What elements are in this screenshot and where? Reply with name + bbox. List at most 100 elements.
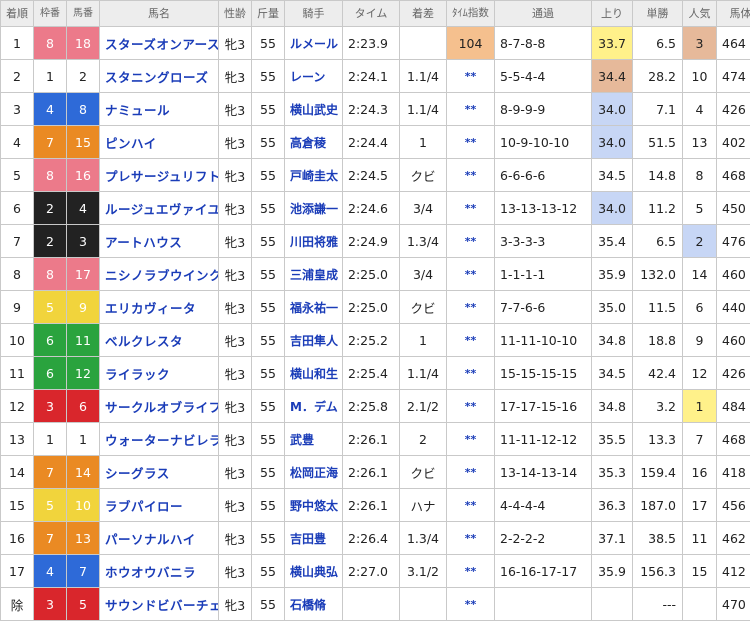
horse-name-cell: ウォーターナビレラ [100,423,219,456]
horse-name-link[interactable]: ベルクレスタ [105,334,183,349]
odds-cell: 11.2 [633,192,683,225]
col-passage-header[interactable]: 通過 [495,1,592,27]
horse-name-link[interactable]: アートハウス [105,235,182,250]
time-cell: 2:24.9 [343,225,400,258]
horse-name-link[interactable]: シーグラス [105,466,170,481]
col-jockey-header[interactable]: 騎手 [285,1,343,27]
horse-name-cell: ルージュエヴァイユ [100,192,219,225]
jockey-link[interactable]: 野中悠太 [290,499,338,513]
jockey-link[interactable]: 横山武史 [290,103,338,117]
last3f-cell: 35.9 [592,555,633,588]
jockey-link[interactable]: 高倉稜 [290,136,326,150]
time-cell: 2:24.1 [343,60,400,93]
waku-badge: 1 [34,60,67,93]
horse-number-badge: 3 [67,225,100,258]
col-odds-header[interactable]: 単勝 [633,1,683,27]
body-weight-cell: 456 [717,489,750,522]
horse-name-link[interactable]: ライラック [105,367,170,382]
col-last3f-header[interactable]: 上り [592,1,633,27]
jockey-link[interactable]: 福永祐一 [290,301,338,315]
col-index-header[interactable]: ﾀｲﾑ指数 [447,1,495,27]
sex-age-cell: 牝3 [219,60,252,93]
passage-cell: 7-7-6-6 [495,291,592,324]
jockey-link[interactable]: 池添謙一 [290,202,338,216]
rank-cell: 15 [1,489,34,522]
time-index-cell: ** [447,522,495,555]
jockey-cell: 吉田豊 [285,522,343,555]
jockey-link[interactable]: 横山和生 [290,367,338,381]
time-index-cell: ** [447,357,495,390]
horse-name-link[interactable]: ニシノラブウインク [105,268,219,283]
horse-name-link[interactable]: ウォーターナビレラ [105,433,219,448]
passage-cell: 11-11-12-12 [495,423,592,456]
jockey-link[interactable]: 吉田隼人 [290,334,338,348]
weight-cell: 55 [252,291,285,324]
table-row: 14714シーグラス牝355松岡正海2:26.1クビ**13-14-13-143… [1,456,750,489]
rank-cell: 7 [1,225,34,258]
jockey-link[interactable]: 戸崎圭太 [290,169,338,183]
popularity-cell: 2 [683,225,717,258]
table-row: 1747ホウオウバニラ牝355横山典弘2:27.03.1/2**16-16-17… [1,555,750,588]
popularity-cell: 4 [683,93,717,126]
horse-name-link[interactable]: プレサージュリフト [105,169,219,184]
jockey-cell: 横山武史 [285,93,343,126]
waku-badge: 5 [34,489,67,522]
horse-name-link[interactable]: エリカヴィータ [105,301,196,316]
col-weight-header[interactable]: 斤量 [252,1,285,27]
weight-cell: 55 [252,357,285,390]
col-body-header[interactable]: 馬体重 [717,1,750,27]
waku-badge: 8 [34,258,67,291]
jockey-link[interactable]: 松岡正海 [290,466,338,480]
jockey-link[interactable]: 横山典弘 [290,565,338,579]
col-time-header[interactable]: タイム [343,1,400,27]
body-weight-cell: 468 [717,423,750,456]
jockey-link[interactable]: レーン [290,70,325,84]
body-weight-cell: 426 [717,357,750,390]
col-num-header[interactable]: 馬番 [67,1,100,27]
rank-cell: 10 [1,324,34,357]
passage-cell: 16-16-17-17 [495,555,592,588]
horse-name-link[interactable]: パーソナルハイ [105,532,196,547]
last3f-cell: 35.5 [592,423,633,456]
jockey-link[interactable]: 三浦皇成 [290,268,338,282]
weight-cell: 55 [252,60,285,93]
col-margin-header[interactable]: 着差 [400,1,447,27]
horse-name-link[interactable]: スターズオンアース [105,37,219,52]
horse-number-badge: 4 [67,192,100,225]
horse-name-link[interactable]: ナミュール [105,103,170,118]
passage-cell: 10-9-10-10 [495,126,592,159]
last3f-cell: 34.5 [592,159,633,192]
jockey-cell: 池添謙一 [285,192,343,225]
jockey-link[interactable]: ルメール [290,37,338,51]
jockey-link[interactable]: M．デム [290,400,338,414]
jockey-link[interactable]: 石橋脩 [290,598,326,612]
last3f-cell: 34.4 [592,60,633,93]
horse-name-link[interactable]: スタニングローズ [105,70,208,85]
popularity-cell: 8 [683,159,717,192]
odds-cell: 187.0 [633,489,683,522]
horse-name-link[interactable]: ラブパイロー [105,499,183,514]
last3f-cell: 34.0 [592,126,633,159]
horse-name-link[interactable]: サウンドビバーチェ [105,598,219,613]
time-index-cell: ** [447,489,495,522]
jockey-link[interactable]: 武豊 [290,433,314,447]
sex-age-cell: 牝3 [219,555,252,588]
col-rank-header[interactable]: 着順 [1,1,34,27]
odds-cell: 13.3 [633,423,683,456]
jockey-link[interactable]: 川田将雅 [290,235,338,249]
col-sex-age-header[interactable]: 性齢 [219,1,252,27]
time-cell: 2:26.1 [343,489,400,522]
waku-badge: 2 [34,192,67,225]
horse-name-link[interactable]: ピンハイ [105,136,157,151]
passage-cell: 1-1-1-1 [495,258,592,291]
popularity-cell: 17 [683,489,717,522]
rank-cell: 13 [1,423,34,456]
jockey-link[interactable]: 吉田豊 [290,532,326,546]
col-waku-header[interactable]: 枠番 [34,1,67,27]
col-name-header[interactable]: 馬名 [100,1,219,27]
col-pop-header[interactable]: 人気 [683,1,717,27]
horse-name-link[interactable]: サークルオブライフ [105,400,219,415]
horse-name-link[interactable]: ルージュエヴァイユ [105,202,219,217]
horse-name-cell: アートハウス [100,225,219,258]
horse-name-link[interactable]: ホウオウバニラ [105,565,196,580]
